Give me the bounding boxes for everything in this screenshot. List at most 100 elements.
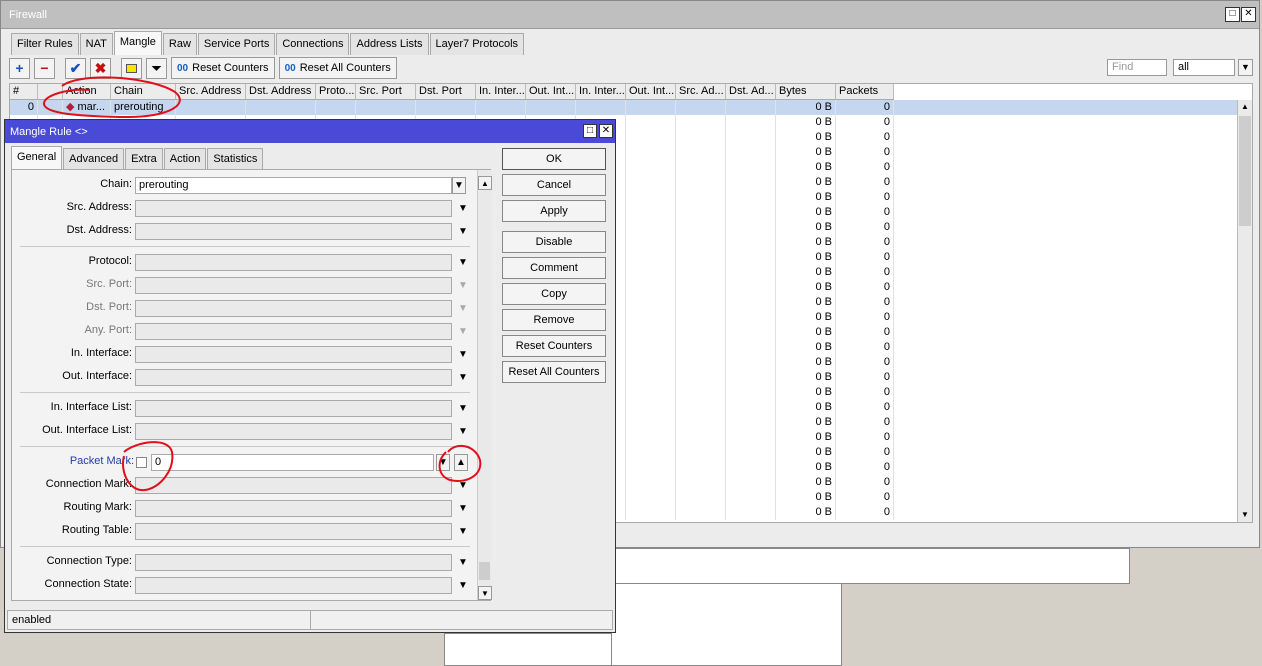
column-header[interactable]: Packets [836,84,894,99]
protocol-row: Protocol: ▼ [12,254,492,271]
column-header[interactable]: Dst. Address [246,84,316,99]
enable-icon[interactable]: ✔ [65,57,86,79]
remove-icon[interactable]: − [34,57,55,79]
filter-icon[interactable]: ⏷ [146,57,167,79]
filter-dropdown-icon[interactable]: ▼ [1238,59,1253,76]
connection-state-dropdown-icon[interactable]: ▼ [456,577,470,594]
routing-table-dropdown-icon[interactable]: ▼ [456,523,470,540]
column-header[interactable]: In. Inter... [576,84,626,99]
column-header[interactable]: Dst. Ad... [726,84,776,99]
tab-service-ports[interactable]: Service Ports [197,33,276,55]
packet-mark-dropdown-icon[interactable]: ▼ [436,454,450,471]
column-header[interactable]: Src. Address [176,84,246,99]
in-interface-list-dropdown-icon[interactable]: ▼ [456,400,470,417]
protocol-dropdown-icon[interactable]: ▼ [456,254,470,271]
packet-mark-input[interactable]: 0 [151,454,434,471]
column-header[interactable]: Bytes [776,84,836,99]
column-header[interactable]: Src. Port [356,84,416,99]
disable-button[interactable]: Disable [502,231,606,253]
tab-action[interactable]: Action [163,148,207,170]
comment-icon[interactable] [121,57,142,79]
chain-input[interactable]: prerouting [135,177,452,194]
panel-scroll-up-icon[interactable]: ▲ [478,176,492,190]
tab-connections[interactable]: Connections [276,33,350,55]
tab-raw[interactable]: Raw [162,33,197,55]
column-header[interactable] [38,84,63,99]
reset-counters-dialog-button[interactable]: Reset Counters [502,335,606,357]
packet-mark-invert-checkbox[interactable] [136,457,147,468]
close-icon[interactable]: ✕ [1241,7,1256,22]
find-input[interactable]: Find [1107,59,1167,76]
scroll-up-icon[interactable]: ▲ [1238,100,1252,114]
out-interface-list-dropdown-icon[interactable]: ▼ [456,423,470,440]
apply-button[interactable]: Apply [502,200,606,222]
table-scrollbar[interactable]: ▲ ▼ [1237,100,1252,522]
dst-port-row: Dst. Port: ▼ [12,300,492,317]
out-interface-row: Out. Interface: ▼ [12,369,492,386]
reset-all-counters-button[interactable]: 00 Reset All Counters [278,57,397,79]
filter-select[interactable]: all [1173,59,1235,76]
copy-button[interactable]: Copy [502,283,606,305]
scroll-thumb[interactable] [1239,116,1251,226]
routing-table-input[interactable] [135,523,452,540]
comment-button[interactable]: Comment [502,257,606,279]
disable-icon[interactable]: ✖ [90,57,111,79]
panel-scroll-thumb[interactable] [479,562,490,580]
column-header[interactable]: In. Inter... [476,84,526,99]
scroll-down-icon[interactable]: ▼ [1238,508,1252,522]
out-interface-dropdown-icon[interactable]: ▼ [456,369,470,386]
out-interface-input[interactable] [135,369,452,386]
reset-counters-button[interactable]: 00 Reset Counters [171,57,275,79]
connection-type-dropdown-icon[interactable]: ▼ [456,554,470,571]
firewall-titlebar[interactable]: Firewall [1,1,1259,29]
dialog-titlebar[interactable]: Mangle Rule <> [5,120,615,143]
column-header[interactable]: # [10,84,38,99]
column-header[interactable]: Chain [111,84,176,99]
column-header[interactable]: Proto... [316,84,356,99]
tab-layer7-protocols[interactable]: Layer7 Protocols [429,33,525,55]
src-port-label: Src. Port: [86,278,132,290]
tab-statistics[interactable]: Statistics [207,148,264,170]
panel-scrollbar[interactable]: ▲ ▼ [477,170,492,600]
chain-dropdown-icon[interactable]: ▼ [452,177,466,194]
connection-state-input[interactable] [135,577,452,594]
dialog-maximize-icon[interactable]: □ [583,124,597,138]
in-interface-dropdown-icon[interactable]: ▼ [456,346,470,363]
packet-mark-collapse-icon[interactable]: ▲ [454,454,468,471]
tab-general[interactable]: General [11,146,63,170]
dialog-close-icon[interactable]: ✕ [599,124,613,138]
in-interface-input[interactable] [135,346,452,363]
tab-advanced[interactable]: Advanced [63,148,125,170]
ok-button[interactable]: OK [502,148,606,170]
column-header[interactable]: Out. Int... [626,84,676,99]
add-icon[interactable]: + [9,57,30,79]
column-header[interactable]: Action [63,84,111,99]
tab-mangle[interactable]: Mangle [113,31,162,55]
remove-button[interactable]: Remove [502,309,606,331]
column-header[interactable]: Src. Ad... [676,84,726,99]
table-row[interactable]: 0 ◆ mar... prerouting 0 B0 [10,100,1238,115]
tab-address-lists[interactable]: Address Lists [350,33,429,55]
dst-address-dropdown-icon[interactable]: ▼ [456,223,470,240]
maximize-icon[interactable]: □ [1225,7,1240,22]
out-interface-list-input[interactable] [135,423,452,440]
tab-extra[interactable]: Extra [125,148,163,170]
in-interface-list-input[interactable] [135,400,452,417]
reset-all-counters-dialog-button[interactable]: Reset All Counters [502,361,606,383]
panel-scroll-down-icon[interactable]: ▼ [478,586,492,600]
src-address-dropdown-icon[interactable]: ▼ [456,200,470,217]
connection-mark-input[interactable] [135,477,452,494]
src-address-input[interactable] [135,200,452,217]
connection-type-input[interactable] [135,554,452,571]
tab-filter-rules[interactable]: Filter Rules [11,33,79,55]
column-header[interactable]: Out. Int... [526,84,576,99]
table-cell [726,130,776,145]
routing-mark-dropdown-icon[interactable]: ▼ [456,500,470,517]
dst-address-input[interactable] [135,223,452,240]
tab-nat[interactable]: NAT [79,33,113,55]
cancel-button[interactable]: Cancel [502,174,606,196]
routing-mark-input[interactable] [135,500,452,517]
protocol-input[interactable] [135,254,452,271]
connection-mark-dropdown-icon[interactable]: ▼ [456,477,470,494]
column-header[interactable]: Dst. Port [416,84,476,99]
